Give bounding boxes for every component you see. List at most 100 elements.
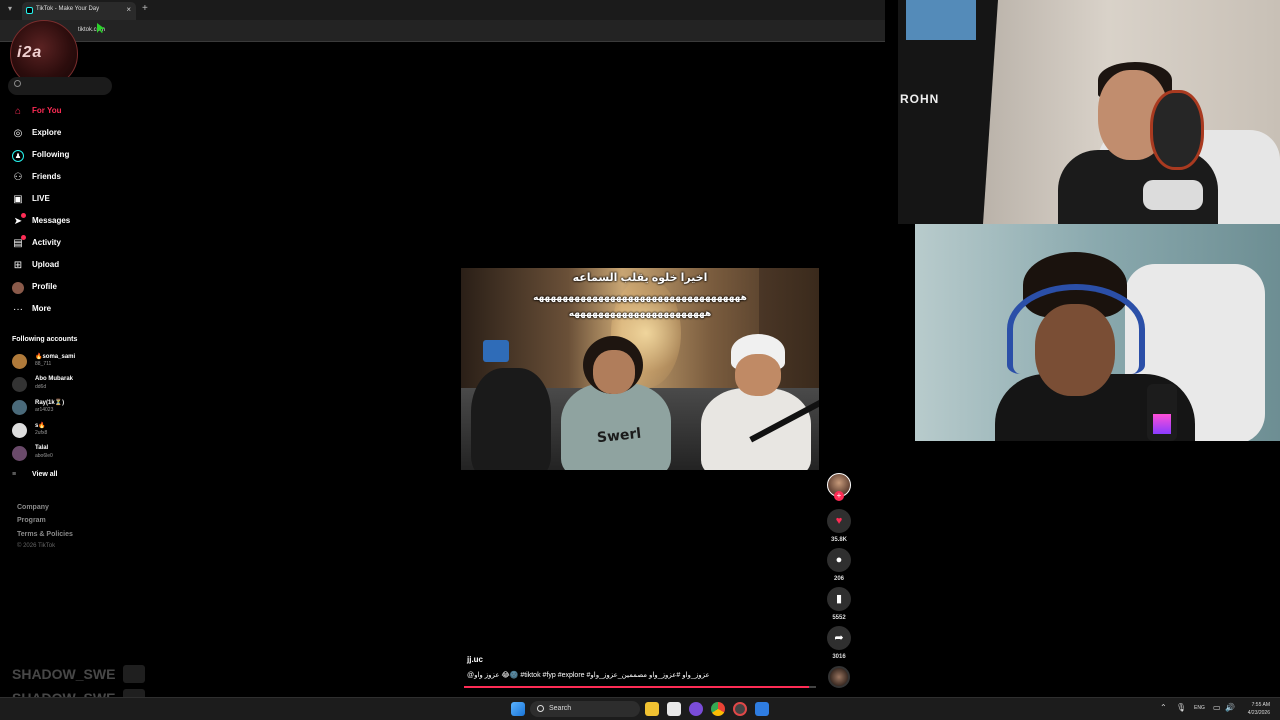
video-player[interactable]: Swerl اخيرا خلوه يقلب السماعه هههههههههه… [461,268,819,470]
video-caption-line1: اخيرا خلوه يقلب السماعه [572,272,708,284]
following-accounts-title: Following accounts [12,336,78,343]
video-progress-fill [464,686,809,688]
save-count: 5552 [832,615,846,621]
tray-chevron-icon[interactable]: ⌃ [1160,703,1167,712]
account-item[interactable]: Talal abo6le0 [12,444,122,464]
account-item[interactable]: s🔥 2ufx8 [12,421,122,441]
blue-bag [906,0,976,40]
streamer-logo-text: i2a [17,44,43,61]
home-icon: ⌂ [14,106,22,117]
nav-more[interactable]: ··· More [10,301,120,319]
following-icon: ♟ [12,150,24,162]
chrome-icon[interactable] [711,702,725,716]
share-count: 3016 [832,654,846,660]
video-person-right-face [735,354,781,396]
nav-activity[interactable]: ▤ Activity [10,235,120,253]
account-name: s🔥 [35,423,46,429]
live-icon: ▣ [13,194,23,205]
save-button[interactable]: ▮ [827,587,851,611]
microphone-icon [1143,180,1203,210]
language-indicator[interactable]: ENG [1194,705,1205,711]
search-icon [14,80,21,87]
account-item[interactable]: 🔥soma_sami 88_711 [12,352,122,372]
nav-label: Profile [32,282,57,291]
account-item[interactable]: Ray(1k⏳) ar14023 [12,398,122,418]
file-explorer-icon[interactable] [645,702,659,716]
account-handle: ar14023 [35,407,54,413]
bookmark-icon: ▮ [835,593,843,605]
video-author[interactable]: jj.uc [467,655,483,664]
nav-label: Following [32,150,70,159]
store-icon[interactable] [667,702,681,716]
account-handle: 88_711 [35,361,52,367]
network-icon[interactable]: ▭ [1213,703,1221,712]
video-caption-line3: هههههههههههههههههههههههه [568,308,712,318]
video-progress-bar[interactable] [464,686,816,688]
like-count: 35.8K [830,537,847,543]
video-caption-line2: هههههههههههههههههههههههههههههههههههه [533,292,748,302]
more-icon: ··· [13,304,23,315]
taskbar-search-label: Search [549,705,572,712]
new-tab-button[interactable]: + [142,3,148,14]
account-item[interactable]: Abo Mubarak dd6d [12,375,122,395]
address-bar[interactable]: tiktok.com [0,20,885,42]
share-button[interactable]: ➦ [827,626,851,650]
jersey-text: ROHN [900,92,940,106]
nav-upload[interactable]: ⊞ Upload [10,257,120,275]
upload-icon: ⊞ [13,260,23,271]
footer-terms-link[interactable]: Terms & Policies [17,531,73,538]
copyright-text: © 2026 TikTok [17,543,56,549]
headphones-icon [1150,90,1204,170]
account-name: Abo Mubarak [35,376,74,382]
taskbar-clock[interactable]: 7:55 AM 4/23/2026 [1238,701,1270,717]
nav-for-you[interactable]: ⌂ For You [10,103,120,121]
microphone-tray-icon[interactable]: 🎙 [1176,703,1186,712]
account-name: 🔥soma_sami [35,354,76,360]
follow-plus-icon[interactable]: + [834,491,844,501]
nav-messages[interactable]: ➤ Messages [10,213,120,231]
search-input[interactable] [8,77,112,95]
notification-dot [21,235,26,240]
webcam-streamer-2 [915,224,1280,441]
nav-label: LIVE [32,194,50,203]
view-all-link[interactable]: ≡ View all [12,471,58,478]
share-icon: ➦ [834,632,844,644]
video-description: @عزوز واو 😂🌚 #tiktok #fyp #explore #عزوز… [467,672,710,679]
nav-friends[interactable]: ⚇ Friends [10,169,120,187]
view-all-label: View all [31,471,58,478]
tab-tiktok[interactable]: TikTok - Make Your Day × [22,2,136,20]
discord-icon[interactable] [689,702,703,716]
heart-icon: ♥ [835,515,843,527]
compass-icon: ◎ [13,128,23,139]
volume-icon[interactable]: 🔊 [1225,703,1235,712]
nav-label: Activity [32,238,61,247]
search-icon [537,705,544,712]
footer-company-link[interactable]: Company [17,504,49,511]
video-person-center-body [561,383,671,470]
list-icon: ≡ [12,471,17,478]
account-handle: dd6d [35,384,47,390]
account-name: Ray(1k⏳) [35,400,65,406]
like-button[interactable]: ♥ [827,509,851,533]
comment-count: 206 [833,576,844,582]
avatar [12,400,27,415]
footer-program-link[interactable]: Program [17,517,46,524]
nav-label: More [32,304,52,313]
profile-icon [12,282,24,294]
tab-list-chevron-icon[interactable]: ▾ [4,3,16,15]
rgb-light [1153,414,1171,434]
video-person-right-body [701,388,811,470]
windows-start-icon[interactable] [511,702,525,716]
tab-title: TikTok - Make Your Day [36,6,100,12]
nav-explore[interactable]: ◎ Explore [10,125,120,143]
nav-profile[interactable]: Profile [10,279,120,297]
music-disc-icon[interactable] [828,666,850,688]
nav-live[interactable]: ▣ LIVE [10,191,120,209]
obs-icon[interactable] [733,702,747,716]
clock-date: 4/23/2026 [1247,710,1270,716]
comment-button[interactable]: ● [827,548,851,572]
nav-following[interactable]: ♟ Following [10,147,120,165]
taskbar-search[interactable]: Search [530,701,640,717]
app-icon[interactable] [755,702,769,716]
tab-close-icon[interactable]: × [126,5,131,14]
